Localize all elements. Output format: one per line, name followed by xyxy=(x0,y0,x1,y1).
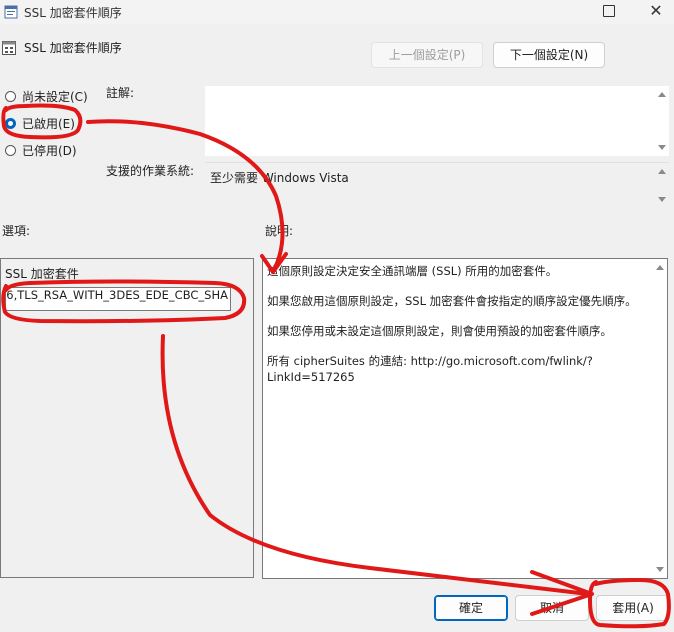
comment-label: 註解: xyxy=(106,86,135,100)
comment-scrollbar[interactable] xyxy=(655,86,669,156)
radio-circle[interactable] xyxy=(5,117,16,129)
help-paragraph: 所有 cipherSuites 的連結: http://go.microsoft… xyxy=(267,354,593,384)
radio-circle[interactable] xyxy=(5,90,16,102)
supported-os-scrollbar[interactable] xyxy=(655,163,669,208)
cancel-button[interactable]: 取消 xyxy=(515,595,589,621)
cipher-suites-value: 6,TLS_RSA_WITH_3DES_EDE_CBC_SHA xyxy=(6,288,228,302)
previous-setting-button[interactable]: 上一個設定(P) xyxy=(371,42,483,68)
policy-dialog: SSL 加密套件順序 ✕ SSL 加密套件順序 上一個設定(P) 下一個設定(N… xyxy=(0,0,674,632)
help-label: 說明: xyxy=(265,224,294,238)
scroll-up-icon[interactable] xyxy=(658,92,666,97)
policy-setting-icon xyxy=(2,41,16,55)
supported-os-box: 至少需要 Windows Vista xyxy=(205,162,669,208)
help-panel: 這個原則設定決定安全通訊端層 (SSL) 所用的加密套件。 如果您啟用這個原則設… xyxy=(262,258,668,579)
help-scrollbar[interactable] xyxy=(653,259,667,578)
radio-enabled[interactable]: 已啟用(E) xyxy=(5,115,75,131)
radio-label: 已啟用(E) xyxy=(22,116,75,131)
help-text: 這個原則設定決定安全通訊端層 (SSL) 所用的加密套件。 如果您啟用這個原則設… xyxy=(267,263,647,399)
policy-name: SSL 加密套件順序 xyxy=(24,41,122,55)
supported-os-label: 支援的作業系統: xyxy=(106,164,195,178)
scroll-up-icon[interactable] xyxy=(656,265,664,270)
options-panel: SSL 加密套件 6,TLS_RSA_WITH_3DES_EDE_CBC_SHA xyxy=(0,258,254,578)
options-label: 選項: xyxy=(2,224,31,238)
ok-button[interactable]: 確定 xyxy=(434,595,508,621)
maximize-icon[interactable] xyxy=(603,5,615,17)
help-paragraph: 這個原則設定決定安全通訊端層 (SSL) 所用的加密套件。 xyxy=(267,264,558,278)
scroll-down-icon[interactable] xyxy=(658,197,666,202)
radio-circle[interactable] xyxy=(5,144,16,156)
scroll-down-icon[interactable] xyxy=(658,145,666,150)
title-bar[interactable]: SSL 加密套件順序 ✕ xyxy=(0,0,674,24)
next-setting-button[interactable]: 下一個設定(N) xyxy=(493,42,605,68)
close-icon[interactable]: ✕ xyxy=(644,1,668,21)
radio-label: 已停用(D) xyxy=(22,143,77,158)
scroll-up-icon[interactable] xyxy=(658,169,666,174)
radio-disabled[interactable]: 已停用(D) xyxy=(5,142,77,158)
help-paragraph: 如果您啟用這個原則設定，SSL 加密套件會按指定的順序設定優先順序。 xyxy=(267,294,637,308)
comment-textarea[interactable] xyxy=(205,86,669,156)
help-paragraph: 如果您停用或未設定這個原則設定，則會使用預設的加密套件順序。 xyxy=(267,324,612,338)
window-title: SSL 加密套件順序 xyxy=(24,6,122,20)
supported-os-value: 至少需要 Windows Vista xyxy=(210,171,349,185)
cipher-suites-label: SSL 加密套件 xyxy=(5,267,79,281)
radio-label: 尚未設定(C) xyxy=(22,89,88,104)
cipher-suites-input[interactable]: 6,TLS_RSA_WITH_3DES_EDE_CBC_SHA xyxy=(5,287,231,311)
scroll-down-icon[interactable] xyxy=(656,567,664,572)
radio-not-configured[interactable]: 尚未設定(C) xyxy=(5,88,88,104)
policy-app-icon xyxy=(4,5,18,19)
apply-button[interactable]: 套用(A) xyxy=(596,595,670,621)
